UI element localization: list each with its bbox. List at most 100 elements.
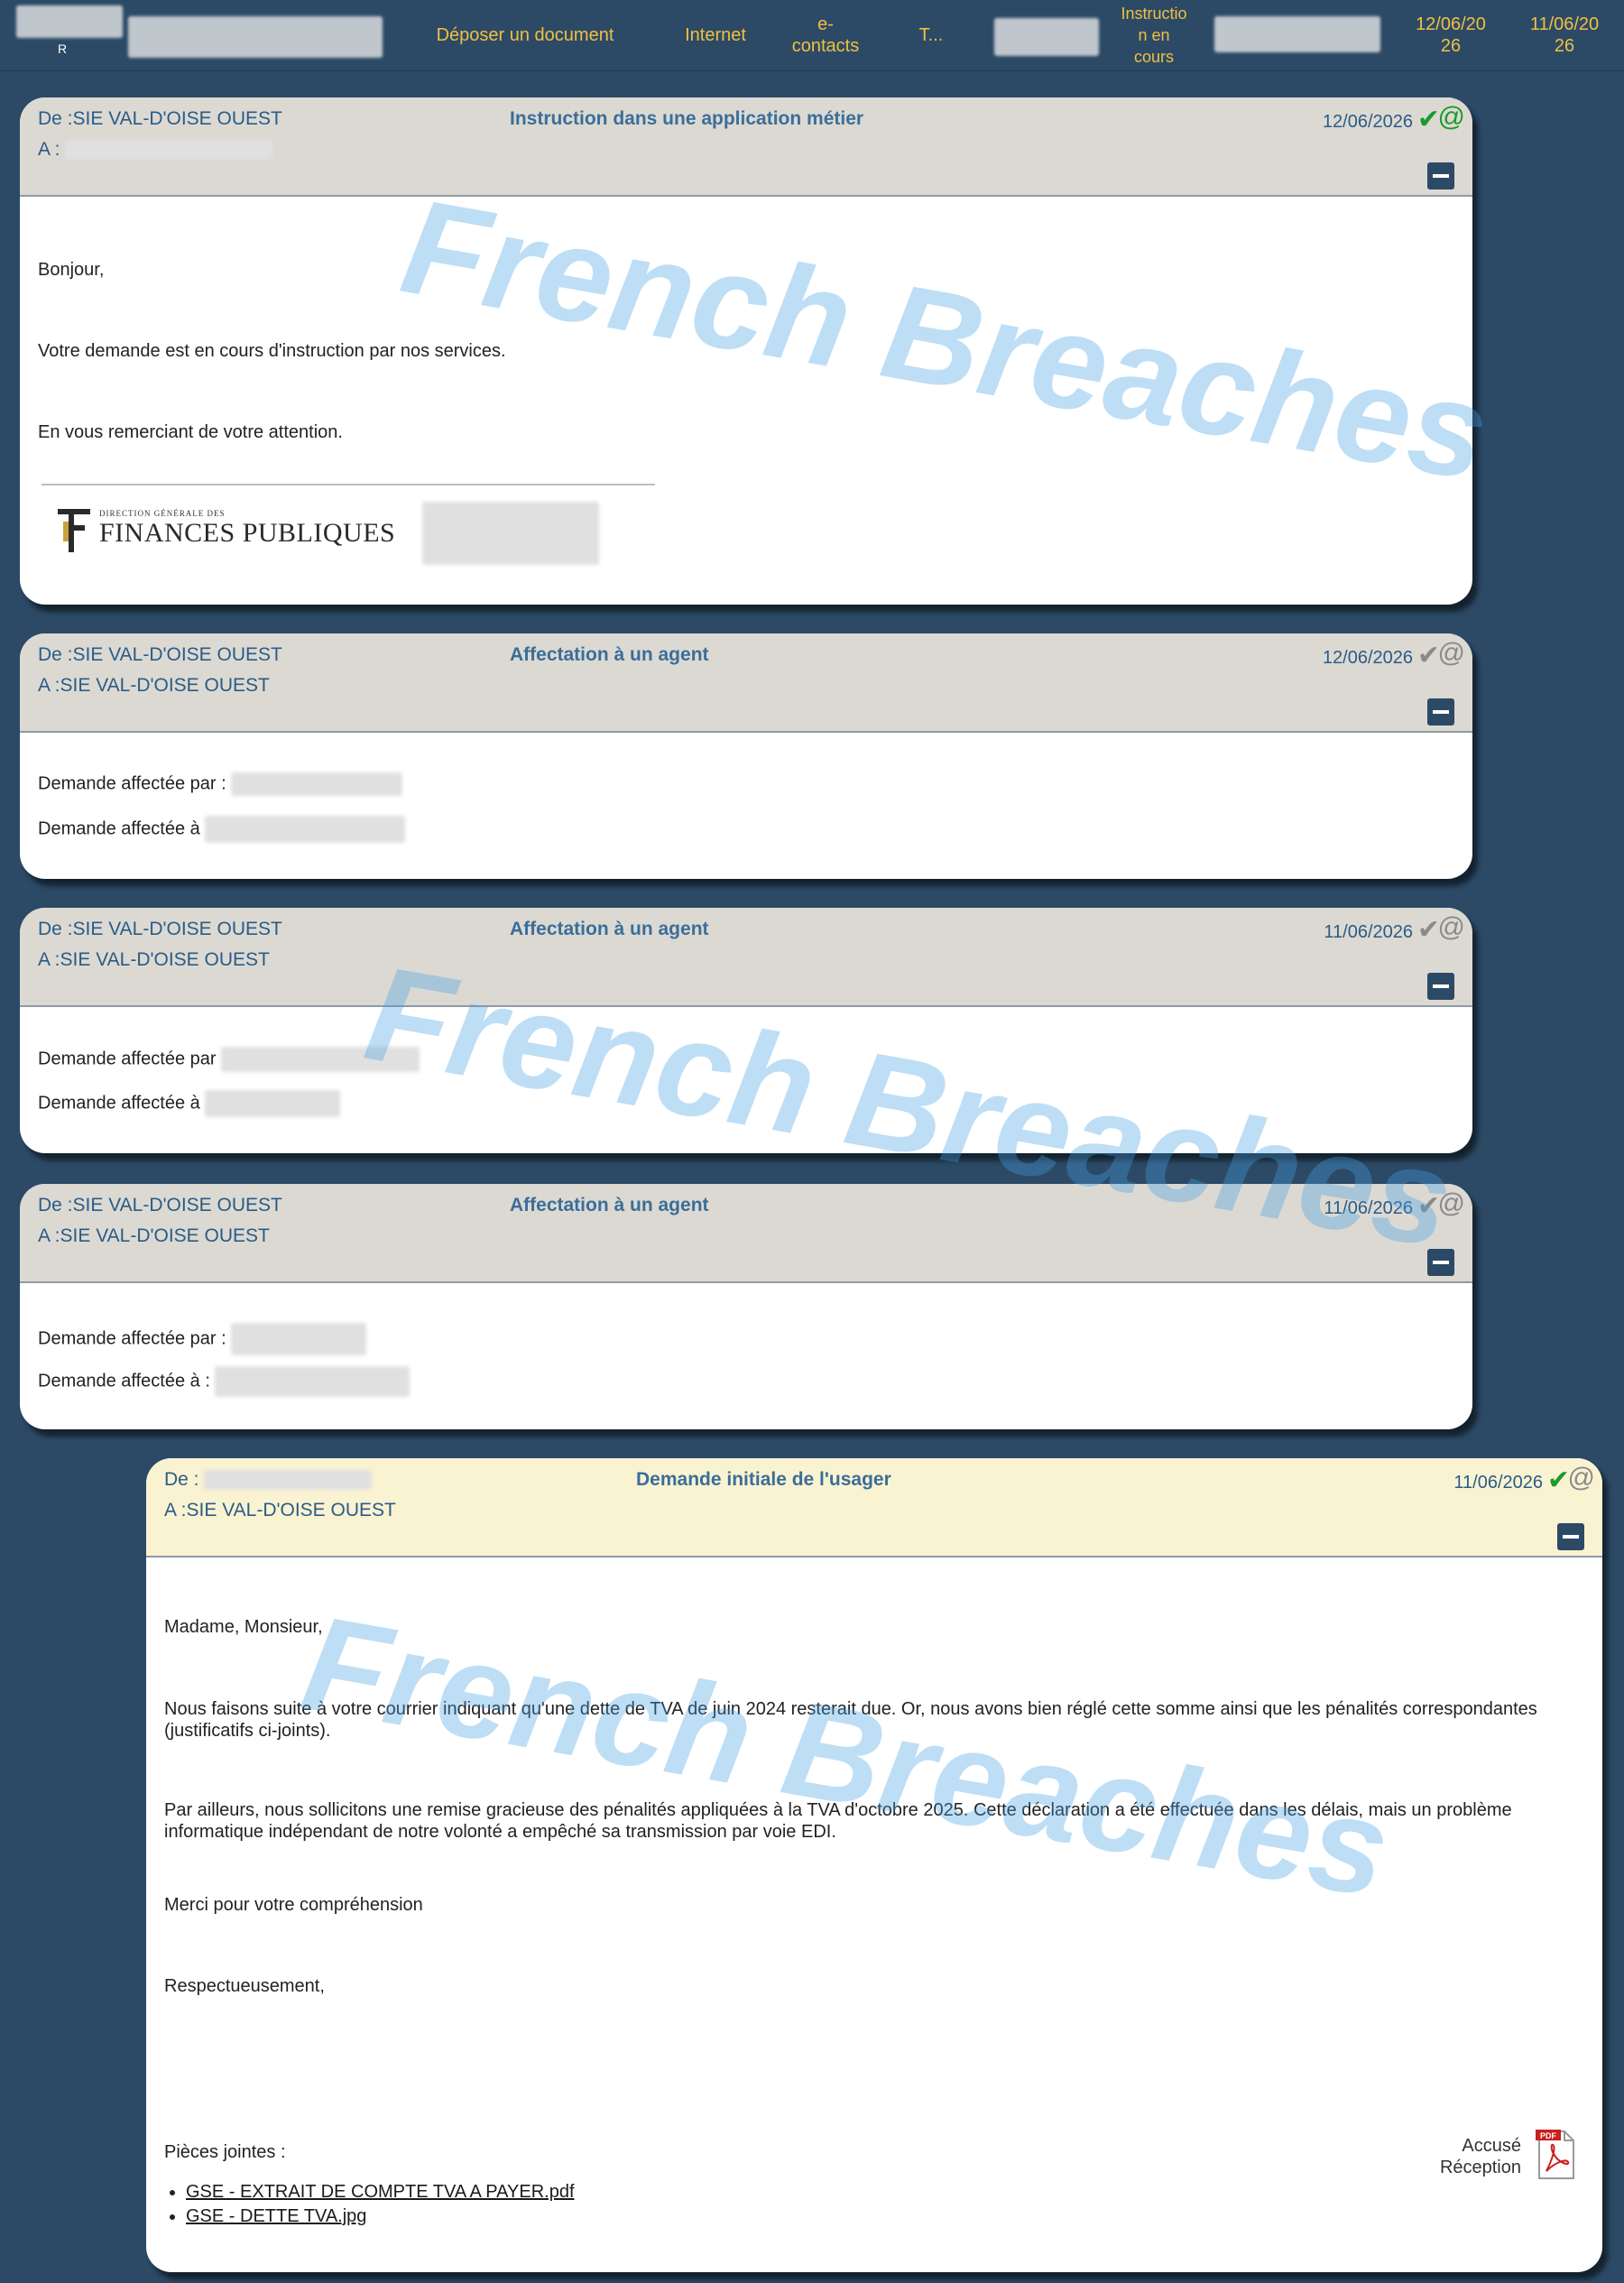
email-at-icon: @ — [1567, 1463, 1595, 1493]
user-initial: R — [57, 42, 68, 56]
truncated-menu-item[interactable]: T... — [902, 0, 960, 70]
assigned-to-line: Demande affectée à : — [38, 1366, 411, 1397]
attachment-item: GSE - EXTRAIT DE COMPTE TVA A PAYER.pdf — [186, 2182, 575, 2203]
read-check-icon: ✔ — [1416, 641, 1440, 670]
collapse-button[interactable] — [1427, 162, 1454, 189]
assigned-by-line: Demande affectée par : — [38, 772, 403, 796]
attachment-item: GSE - DETTE TVA.jpg — [186, 2206, 575, 2227]
message-date: 12/06/2026 — [1322, 648, 1413, 668]
greeting: Bonjour, — [38, 260, 105, 280]
attachment-link[interactable]: GSE - EXTRAIT DE COMPTE TVA A PAYER.pdf — [186, 2182, 575, 2202]
minus-icon — [1433, 710, 1449, 714]
message-title: Demande initiale de l'usager — [636, 1469, 891, 1490]
collapse-button[interactable] — [1557, 1523, 1584, 1550]
to-label: A : — [38, 139, 60, 160]
date-column-1: 12/06/20 26 — [1416, 14, 1486, 56]
redacted-agent — [231, 772, 403, 796]
body-paragraph: Nous faisons suite à votre courrier indi… — [164, 1699, 1537, 1741]
collapse-button[interactable] — [1427, 698, 1454, 726]
channel-internet: Internet — [685, 25, 746, 45]
message-to: A :SIE VAL-D'OISE OUEST — [164, 1500, 396, 1520]
collapse-button[interactable] — [1427, 973, 1454, 1000]
message-body: Demande affectée par : Demande affectée … — [20, 733, 1472, 879]
collapse-button[interactable] — [1427, 1249, 1454, 1276]
message-title: Affectation à un agent — [510, 919, 709, 939]
message-card-initial-request: De : A :SIE VAL-D'OISE OUEST Demande ini… — [146, 1458, 1602, 2272]
message-header: De :SIE VAL-D'OISE OUEST A :SIE VAL-D'OI… — [20, 633, 1472, 733]
deposit-document-link[interactable]: Déposer un document — [419, 0, 632, 70]
message-card: De :SIE VAL-D'OISE OUEST A :SIE VAL-D'OI… — [20, 633, 1472, 879]
redacted-sender — [204, 1470, 373, 1491]
message-date: 12/06/2026 — [1322, 112, 1413, 132]
assigned-to-line: Demande affectée à — [38, 1090, 341, 1117]
body-paragraph: Par ailleurs, nous sollicitons une remis… — [164, 1800, 1512, 1842]
redacted-agent — [205, 1090, 341, 1117]
pdf-badge-text: PDF — [1540, 2131, 1557, 2140]
dgfip-logo: DIRECTION GÉNÉRALE DES FINANCES PUBLIQUE… — [54, 502, 395, 556]
signature-divider — [42, 484, 655, 485]
redacted-recipient — [65, 140, 273, 161]
econtacts-link[interactable]: e- contacts — [772, 0, 879, 70]
message-from: De : — [164, 1469, 373, 1491]
redacted-block — [1214, 16, 1380, 52]
receipt-label[interactable]: Accusé Réception — [1440, 2135, 1521, 2178]
thanks-line: Merci pour votre compréhension — [164, 1895, 423, 1915]
message-to: A :SIE VAL-D'OISE OUEST — [38, 675, 270, 696]
read-check-icon: ✔ — [1416, 915, 1440, 945]
message-card: De :SIE VAL-D'OISE OUEST A :SIE VAL-D'OI… — [20, 908, 1472, 1153]
message-from: De :SIE VAL-D'OISE OUEST — [38, 644, 282, 665]
message-from: De :SIE VAL-D'OISE OUEST — [38, 1195, 282, 1215]
message-card: De :SIE VAL-D'OISE OUEST A :SIE VAL-D'OI… — [20, 1184, 1472, 1429]
body-line: Votre demande est en cours d'instruction… — [38, 341, 506, 361]
message-date: 11/06/2026 — [1453, 1473, 1543, 1493]
salutation: Madame, Monsieur, — [164, 1617, 323, 1637]
pdf-icon[interactable]: PDF — [1534, 2128, 1579, 2182]
minus-icon — [1563, 1535, 1579, 1539]
message-card: De :SIE VAL-D'OISE OUEST A : Instruction… — [20, 97, 1472, 605]
message-body: Madame, Monsieur, Nous faisons suite à v… — [146, 1557, 1602, 2272]
closing-line: Respectueusement, — [164, 1976, 325, 1996]
email-at-icon: @ — [1437, 638, 1465, 668]
assigned-to-line: Demande affectée à — [38, 816, 406, 843]
minus-icon — [1433, 984, 1449, 988]
assigned-by-line: Demande affectée par — [38, 1047, 420, 1072]
message-to: A : — [38, 139, 273, 161]
dgfip-wordmark: DIRECTION GÉNÉRALE DES FINANCES PUBLIQUE… — [99, 509, 396, 548]
message-from: De :SIE VAL-D'OISE OUEST — [38, 108, 282, 129]
message-body: Demande affectée par : Demande affectée … — [20, 1283, 1472, 1429]
redacted-block — [994, 18, 1099, 56]
message-body: Demande affectée par Demande affectée à — [20, 1007, 1472, 1153]
date-column-2: 11/06/20 26 — [1529, 14, 1600, 56]
redacted-agent — [205, 816, 406, 843]
status-label: Instructio n en cours — [1121, 5, 1187, 66]
body-line: En vous remerciant de votre attention. — [38, 422, 343, 442]
message-title: Affectation à un agent — [510, 644, 709, 665]
message-to: A :SIE VAL-D'OISE OUEST — [38, 1225, 270, 1246]
read-check-icon: ✔ — [1416, 1191, 1440, 1221]
email-at-icon: @ — [1437, 102, 1465, 132]
message-date: 11/06/2026 — [1324, 922, 1413, 942]
minus-icon — [1433, 174, 1449, 178]
email-at-icon: @ — [1437, 912, 1465, 942]
attachments-label: Pièces jointes : — [164, 2142, 286, 2162]
message-title: Affectation à un agent — [510, 1195, 709, 1215]
redacted-agent — [231, 1323, 367, 1355]
dgfip-emblem-icon — [58, 509, 90, 552]
redacted-agent — [215, 1366, 411, 1397]
redacted-agent — [221, 1047, 420, 1072]
message-header: De :SIE VAL-D'OISE OUEST A :SIE VAL-D'OI… — [20, 908, 1472, 1007]
assigned-by-line: Demande affectée par : — [38, 1323, 367, 1355]
redacted-signature — [422, 502, 599, 565]
message-header: De : A :SIE VAL-D'OISE OUEST Demande ini… — [146, 1458, 1602, 1557]
read-check-icon: ✔ — [1416, 105, 1440, 134]
read-check-icon: ✔ — [1546, 1465, 1570, 1495]
email-at-icon: @ — [1437, 1188, 1465, 1218]
message-body: Bonjour, Votre demande est en cours d'in… — [20, 197, 1472, 605]
redacted-block — [128, 16, 383, 58]
minus-icon — [1433, 1261, 1449, 1264]
message-to: A :SIE VAL-D'OISE OUEST — [38, 949, 270, 970]
attachment-link[interactable]: GSE - DETTE TVA.jpg — [186, 2206, 366, 2226]
message-header: De :SIE VAL-D'OISE OUEST A : Instruction… — [20, 97, 1472, 197]
message-from: De :SIE VAL-D'OISE OUEST — [38, 919, 282, 939]
top-navigation-bar: R Déposer un document Internet e- contac… — [0, 0, 1624, 71]
